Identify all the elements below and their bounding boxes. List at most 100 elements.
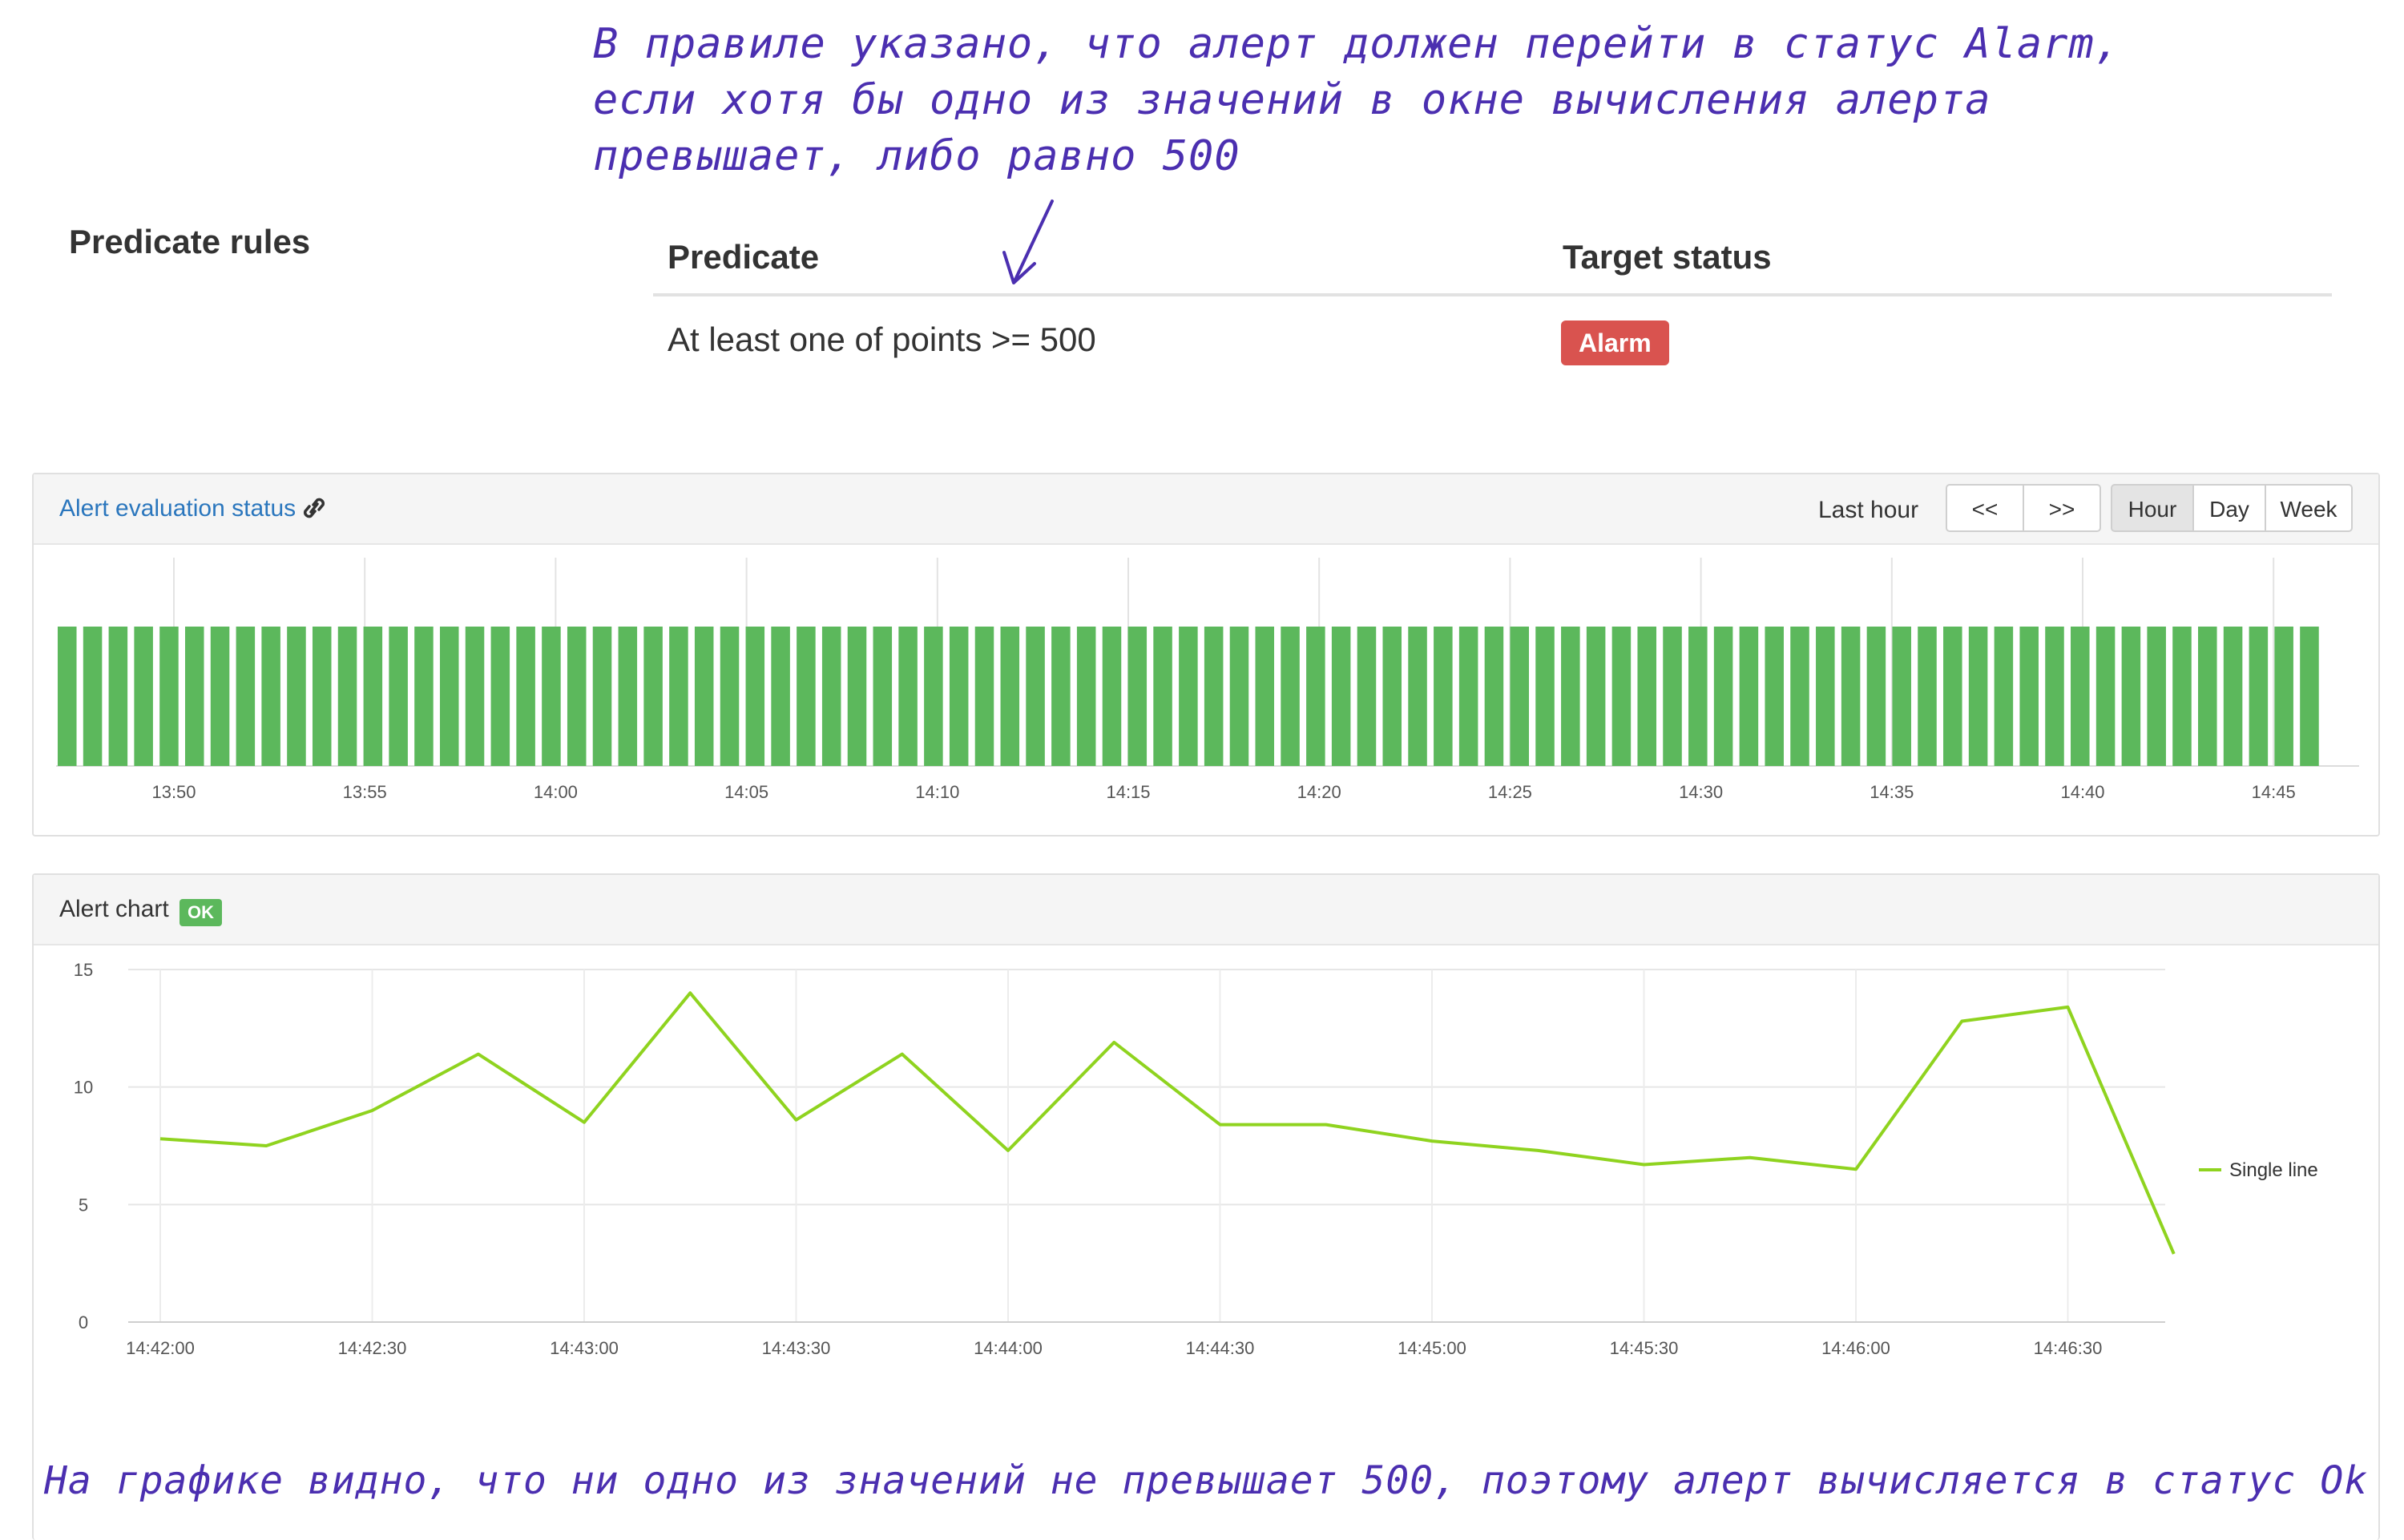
status-bar [287,627,306,766]
status-bar [1255,627,1275,766]
status-bar [745,627,765,766]
alert-evaluation-panel: Alert evaluation status Last hour << >> … [32,473,2380,837]
status-bar [2121,627,2141,766]
status-bar [1458,627,1478,766]
y-tick-label: 10 [74,1078,93,1098]
status-bar [159,627,179,766]
status-bar [2095,627,2116,766]
predicate-rules-title: Predicate rules [69,223,311,260]
status-bar [2147,627,2166,766]
period-hour-button[interactable]: Hour [2111,484,2194,532]
status-bar [643,627,663,766]
annotation-top: В правиле указано, что алерт должен пере… [593,16,2121,184]
status-bar [847,627,867,766]
status-bar [1153,627,1172,766]
link-icon[interactable] [302,494,326,522]
status-bar [821,627,841,766]
status-bar [567,627,587,766]
status-bar [542,627,561,766]
status-tick-label: 14:45 [2252,782,2296,802]
status-bar [2019,627,2039,766]
period-day-button[interactable]: Day [2192,484,2266,532]
x-tick-label: 14:44:00 [974,1338,1043,1358]
target-status-badge: Alarm [1561,320,1669,365]
predicate-cell: At least one of points >= 500 [668,320,1096,358]
period-week-button[interactable]: Week [2265,484,2353,532]
alert-chart-panel-header: Alert chart OK [34,875,2378,945]
status-bar [1892,627,1911,766]
y-tick-label: 15 [74,960,93,980]
status-bar [2249,627,2269,766]
column-header-predicate: Predicate [668,238,820,276]
status-bar [949,627,969,766]
status-tick-label: 14:40 [2060,782,2104,802]
status-bar [1611,627,1632,766]
status-bar [1382,627,1402,766]
x-tick-label: 14:42:30 [338,1338,407,1358]
status-bar [1688,627,1708,766]
status-bar [312,627,332,766]
prev-range-button[interactable]: << [1946,484,2024,532]
status-bar [1968,627,1988,766]
status-bar [1076,627,1096,766]
status-bar [1713,627,1733,766]
status-bar [771,627,790,766]
status-bar [669,627,688,766]
status-bar [1816,627,1835,766]
status-bar [363,627,383,766]
status-bar [236,627,256,766]
status-tick-label: 14:20 [1297,782,1341,802]
status-bar [1739,627,1759,766]
status-bar [1663,627,1682,766]
status-bar [108,627,128,766]
status-bar [2172,627,2192,766]
status-bar [465,627,485,766]
annotation-arrow-icon [1002,200,1054,284]
status-tick-label: 14:15 [1106,782,1150,802]
status-tick-label: 13:55 [343,782,387,802]
status-bar [1586,627,1606,766]
alert-chart-panel: Alert chart OK 0 5 10 15 14:42:00 14:42:30 14:… [32,873,2380,1540]
status-bar [1994,627,2014,766]
status-bar [797,627,816,766]
x-tick-label: 14:42:00 [126,1338,195,1358]
x-tick-label: 14:43:00 [550,1338,619,1358]
status-bar [1229,627,1249,766]
x-tick-label: 14:45:00 [1398,1338,1466,1358]
status-bar [1026,627,1045,766]
table-header-divider [653,293,2332,296]
status-bar [1127,627,1148,766]
status-bar [1306,627,1325,766]
annotation-top-line-1: В правиле указано, что алерт должен пере… [593,20,2121,68]
status-bar [1866,627,1886,766]
evaluation-status-bars: 13:50 13:55 14:00 14:05 14:10 14:15 14:20 14:25… [56,558,2359,802]
status-bar [592,627,612,766]
next-range-button[interactable]: >> [2023,484,2101,532]
x-tick-label: 14:43:30 [762,1338,831,1358]
status-bar [898,627,918,766]
status-bar [924,627,943,766]
status-bar [974,627,994,766]
alert-status-badge: OK [179,899,222,926]
status-tick-label: 14:30 [1679,782,1723,802]
status-bar [337,627,357,766]
alert-evaluation-title-link[interactable]: Alert evaluation status [59,495,296,522]
status-bar [184,627,204,766]
status-bar [1841,627,1861,766]
status-bar [2198,627,2217,766]
status-bar [210,627,230,766]
status-bar [1102,627,1122,766]
status-bar [1331,627,1351,766]
status-bar [1765,627,1784,766]
status-bar [490,627,510,766]
alert-line-chart: 0 5 10 15 14:42:00 14:42:30 14:43:00 14:43:30 14… [74,960,2318,1358]
status-bar [1408,627,1427,766]
status-bar [58,627,77,766]
status-bar [2300,627,2319,766]
time-range-label: Last hour [1818,497,1919,523]
status-bar [83,627,103,766]
status-bar [1281,627,1300,766]
status-bar [1510,627,1529,766]
status-bar [618,627,638,766]
column-header-target-status: Target status [1563,238,1772,276]
